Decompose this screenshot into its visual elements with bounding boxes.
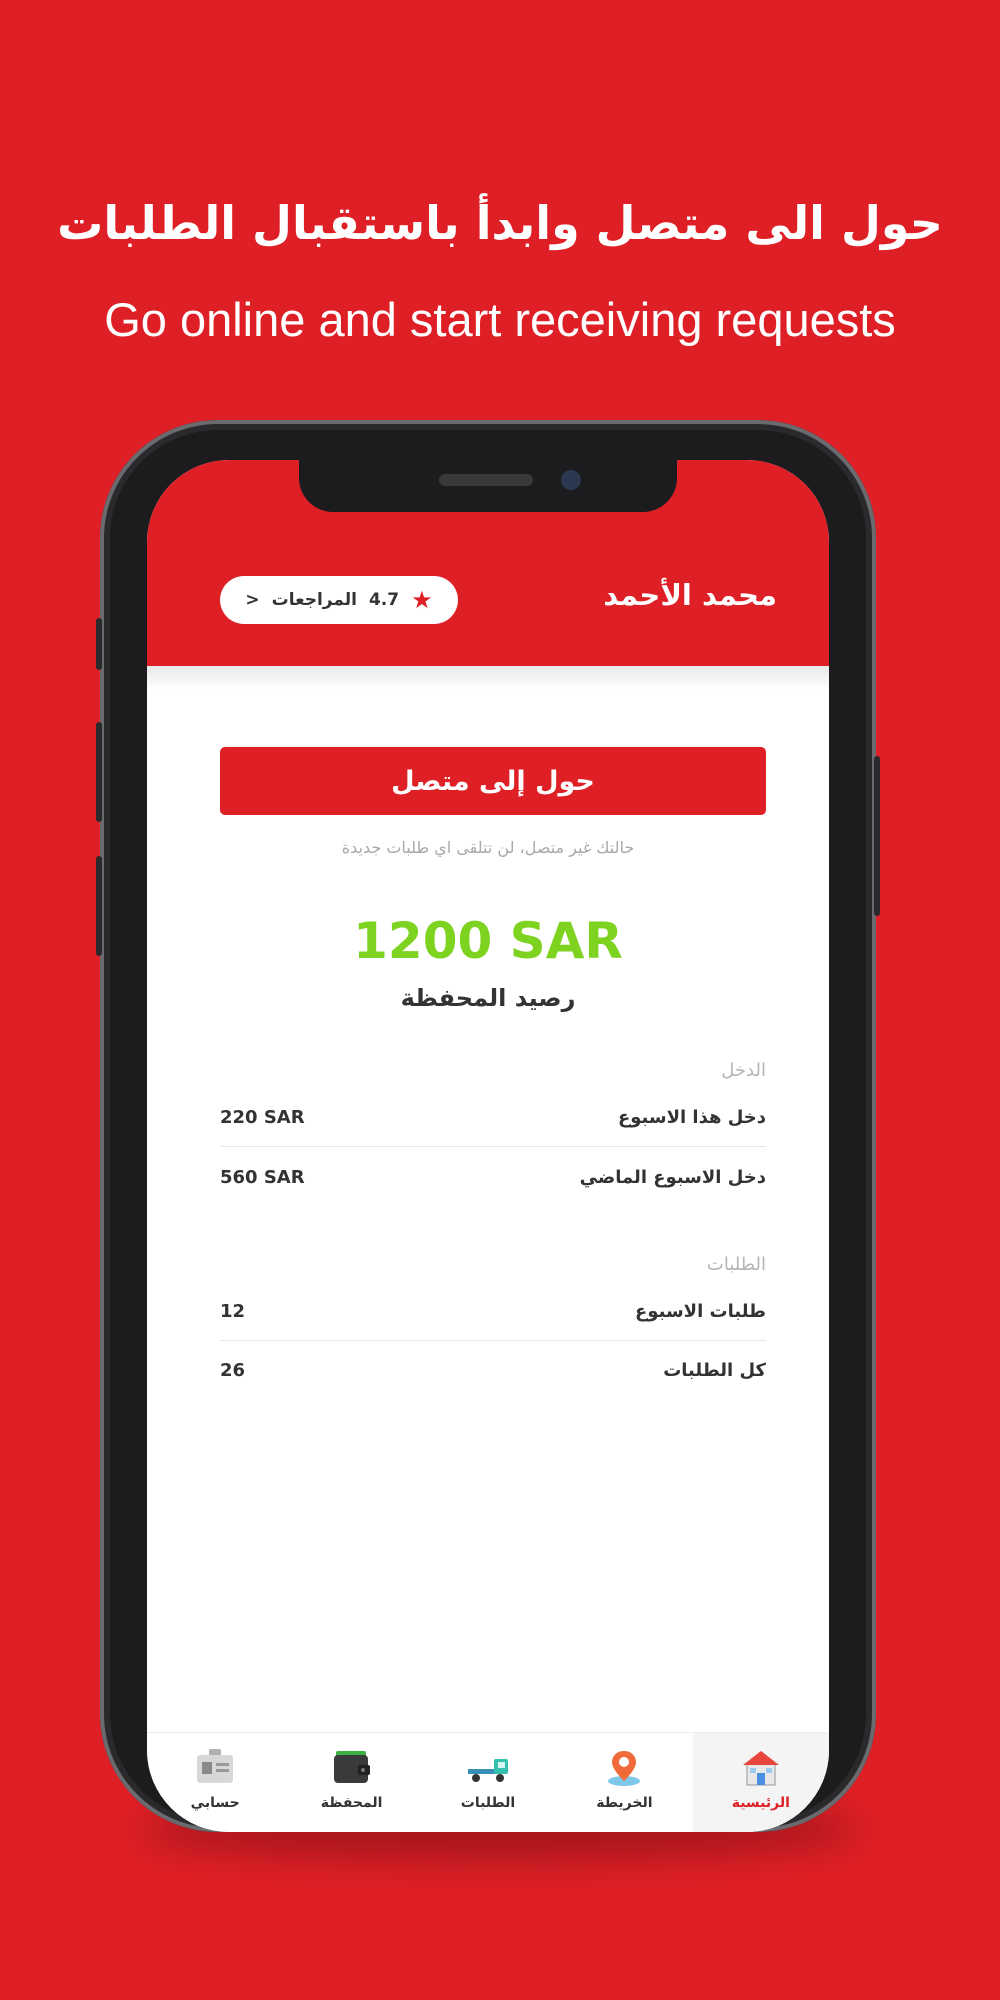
tow-truck-icon [467, 1759, 508, 1782]
reviews-pill[interactable]: ★ 4.7 المراجعات < [220, 576, 458, 624]
tab-label: الرئيسية [731, 1795, 790, 1811]
driver-name: محمد الأحمد [603, 578, 777, 612]
income-label: دخل هذا الاسبوع [617, 1106, 766, 1128]
tab-label: حسابي [190, 1795, 240, 1811]
phone-notch [299, 460, 677, 512]
tab-wallet[interactable]: المحفظة [283, 1733, 419, 1832]
income-section-title: الدخل [721, 1060, 766, 1081]
income-value: 560 SAR [220, 1166, 305, 1188]
home-icon [742, 1751, 779, 1786]
tab-label: الطلبات [460, 1795, 516, 1811]
wallet-icon [333, 1751, 370, 1783]
tab-label: الخريطة [596, 1795, 653, 1811]
front-camera [561, 470, 581, 490]
orders-value: 12 [220, 1300, 246, 1322]
volume-up-button [96, 722, 102, 822]
orders-row-total: كل الطلبات 26 [220, 1341, 766, 1399]
orders-section-title: الطلبات [706, 1254, 766, 1275]
phone-screen: محمد الأحمد ★ 4.7 المراجعات < حول إلى مت… [147, 460, 829, 1832]
orders-row-week: طلبات الاسبوع 12 [220, 1282, 766, 1341]
chevron-icon: < [245, 590, 260, 610]
tab-account[interactable]: حسابي [147, 1733, 283, 1832]
go-online-button[interactable]: حول إلى متصل [220, 747, 766, 815]
income-value: 220 SAR [220, 1106, 305, 1128]
tab-map[interactable]: الخريطة [556, 1733, 692, 1832]
speaker-grille [439, 474, 533, 486]
orders-value: 26 [220, 1359, 246, 1381]
power-button [874, 756, 880, 916]
bottom-tab-bar: الرئيسية الخريطة الطلبات المحفظة حسابي [147, 1732, 829, 1832]
reviews-label: المراجعات [271, 590, 357, 610]
tab-label: المحفظة [320, 1795, 383, 1811]
header-shadow [147, 666, 829, 690]
promo-heading-english: Go online and start receiving requests [104, 293, 896, 346]
rating-value: 4.7 [368, 590, 400, 610]
income-row-this-week: دخل هذا الاسبوع 220 SAR [220, 1088, 766, 1147]
wallet-balance-label: رصيد المحفظة [400, 984, 576, 1012]
orders-label: طلبات الاسبوع [635, 1300, 766, 1322]
id-card-icon [197, 1749, 234, 1783]
offline-status-note: حالتك غير متصل، لن تتلقى اي طلبات جديدة [341, 838, 635, 857]
volume-down-button [96, 856, 102, 956]
income-label: دخل الاسبوع الماضي [579, 1166, 766, 1188]
promo-heading-arabic: حول الى متصل وابدأ باستقبال الطلبات [57, 196, 943, 250]
tab-home[interactable]: الرئيسية [692, 1733, 829, 1832]
wallet-balance-amount: 1200 SAR [353, 912, 623, 970]
silent-switch [96, 618, 102, 670]
orders-label: كل الطلبات [663, 1359, 766, 1381]
tab-orders[interactable]: الطلبات [420, 1733, 556, 1832]
map-pin-icon [608, 1751, 641, 1786]
star-icon: ★ [411, 586, 433, 614]
income-row-last-week: دخل الاسبوع الماضي 560 SAR [220, 1148, 766, 1206]
